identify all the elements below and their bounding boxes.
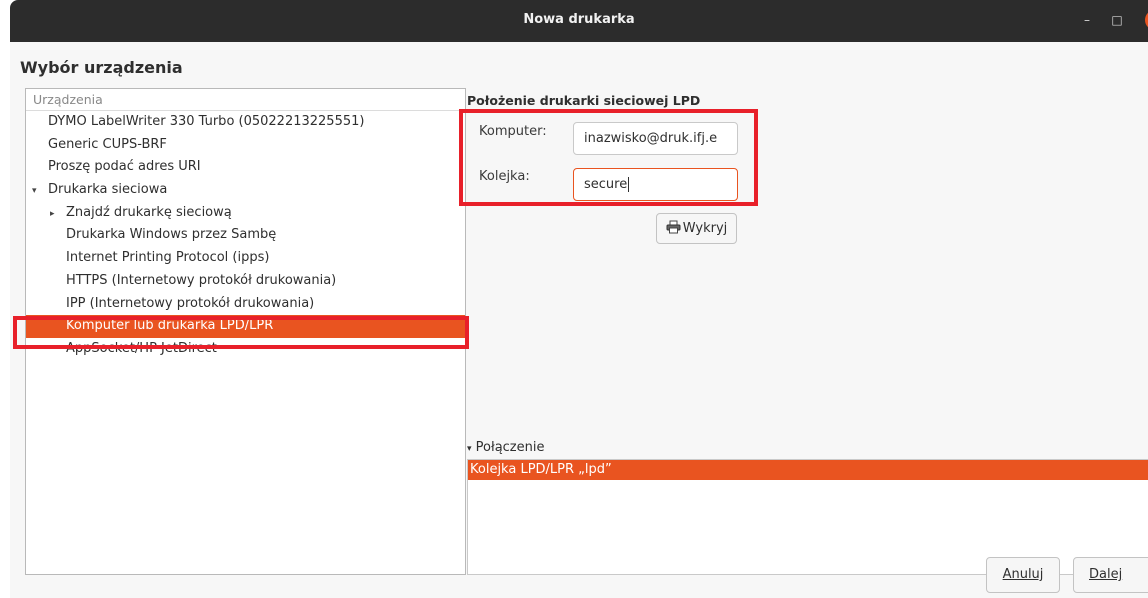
title-bar: Nowa drukarka – □ × [10, 0, 1148, 42]
device-item-appsocket[interactable]: AppSocket/HP JetDirect [26, 338, 465, 361]
maximize-button[interactable]: □ [1108, 11, 1126, 29]
device-item-cups-brf[interactable]: Generic CUPS-BRF [26, 134, 465, 157]
device-item-label: Drukarka Windows przez Sambę [66, 227, 277, 243]
triangle-down-icon: ▾ [467, 444, 472, 454]
cancel-button[interactable]: Anuluj [986, 557, 1060, 593]
device-group-label: Znajdź drukarkę sieciową [66, 204, 232, 220]
minimize-button[interactable]: – [1078, 11, 1096, 29]
device-item-label: Komputer lub drukarka LPD/LPR [66, 318, 274, 334]
device-item-label: HTTPS (Internetowy protokół drukowania) [66, 272, 337, 288]
section-title: Położenie drukarki sieciowej LPD [467, 93, 701, 108]
connection-header-label: Połączenie [475, 440, 545, 455]
device-item-label: AppSocket/HP JetDirect [66, 340, 217, 356]
device-item-dymo[interactable]: DYMO LabelWriter 330 Turbo (050222132255… [26, 111, 465, 134]
device-item-https[interactable]: HTTPS (Internetowy protokół drukowania) [26, 270, 465, 293]
device-item-samba[interactable]: Drukarka Windows przez Sambę [26, 224, 465, 247]
connection-item-label: Kolejka LPD/LPR „lpd” [470, 462, 612, 477]
host-label: Komputer: [479, 124, 547, 139]
dialog-body: Wybór urządzenia Urządzenia DYMO LabelWr… [10, 42, 1148, 598]
probe-button[interactable]: Wykryj [656, 213, 737, 244]
connection-item[interactable]: Kolejka LPD/LPR „lpd” [468, 460, 1148, 480]
lpd-settings-panel: Położenie drukarki sieciowej LPD Kompute… [467, 88, 1148, 575]
device-list-header[interactable]: Urządzenia [26, 89, 465, 111]
probe-button-label: Wykryj [682, 221, 728, 236]
triangle-right-icon[interactable]: ▸ [50, 203, 66, 226]
queue-label: Kolejka: [479, 169, 530, 184]
device-group-find-network-printer[interactable]: ▸ Znajdź drukarkę sieciową [26, 202, 465, 225]
triangle-down-icon[interactable]: ▾ [32, 180, 48, 203]
cancel-button-label: Anuluj [1002, 567, 1044, 582]
device-item-label: Internet Printing Protocol (ipps) [66, 250, 270, 266]
text-caret [628, 177, 630, 192]
device-item-label: Generic CUPS-BRF [48, 136, 167, 152]
page-title: Wybór urządzenia [20, 58, 183, 77]
device-item-label: DYMO LabelWriter 330 Turbo (050222132255… [48, 114, 365, 129]
queue-input[interactable]: secure [573, 168, 738, 201]
device-item-lpd-lpr[interactable]: Komputer lub drukarka LPD/LPR [26, 315, 465, 338]
device-item-ipps[interactable]: Internet Printing Protocol (ipps) [26, 247, 465, 270]
queue-input-value: secure [584, 177, 628, 192]
host-input[interactable]: inazwisko@druk.ifj.e [573, 122, 738, 155]
device-list[interactable]: Urządzenia DYMO LabelWriter 330 Turbo (0… [25, 88, 466, 575]
host-input-value: inazwisko@druk.ifj.e [584, 131, 718, 146]
printer-icon [666, 220, 681, 234]
window-title: Nowa drukarka [523, 12, 635, 27]
device-group-label: Drukarka sieciowa [48, 182, 168, 198]
device-item-label: IPP (Internetowy protokół drukowania) [66, 295, 315, 311]
device-item-uri[interactable]: Proszę podać adres URI [26, 156, 465, 179]
device-item-ipp[interactable]: IPP (Internetowy protokół drukowania) [26, 293, 465, 316]
connection-expander[interactable]: ▾ Połączenie [467, 440, 544, 455]
device-item-label: Proszę podać adres URI [48, 159, 201, 175]
next-button[interactable]: Dalej [1073, 557, 1148, 593]
device-group-network-printer[interactable]: ▾ Drukarka sieciowa [26, 179, 465, 202]
next-button-label: Dalej [1089, 567, 1123, 582]
